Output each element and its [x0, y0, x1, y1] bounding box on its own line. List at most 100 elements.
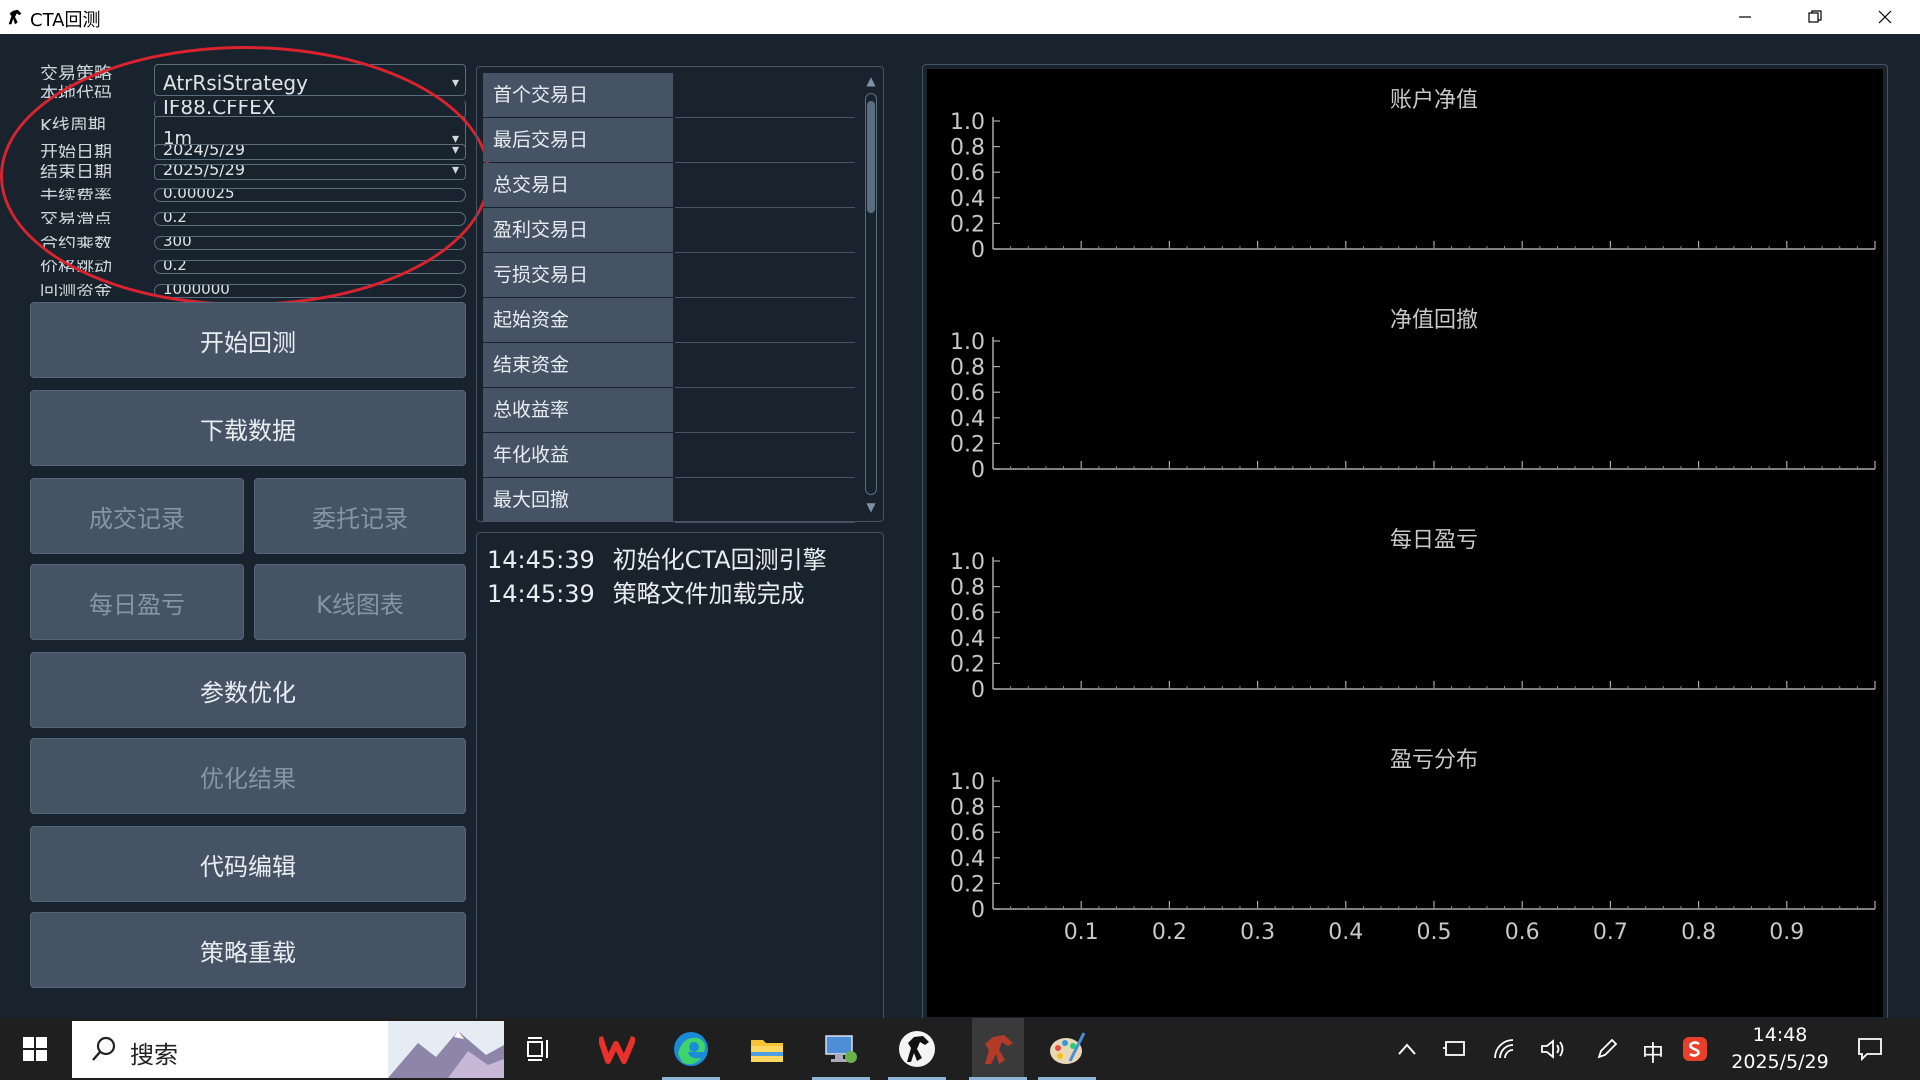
- scroll-down-icon[interactable]: ▼: [863, 499, 879, 515]
- y-tick-label: 0.8: [950, 136, 985, 161]
- stat-value: [675, 388, 855, 433]
- taskbar: 搜索 中 14:48 2025/5/29: [0, 1018, 1920, 1080]
- scroll-thumb[interactable]: [867, 101, 875, 213]
- chart-title: 净值回撤: [1390, 308, 1478, 333]
- remote-desktop-icon: [825, 1035, 857, 1063]
- contract-size-input[interactable]: 300: [154, 236, 466, 250]
- start-date-picker[interactable]: 2024/5/29: [154, 144, 466, 160]
- main-area: 交易策略 AtrRsiStrategy 本地代码 IF88.CFFEX K线周期…: [0, 34, 1920, 1022]
- optimize-result-button[interactable]: 优化结果: [30, 738, 466, 814]
- start-backtest-button[interactable]: 开始回测: [30, 302, 466, 378]
- file-explorer-button[interactable]: [744, 1026, 790, 1072]
- kline-chart-button[interactable]: K线图表: [254, 564, 466, 640]
- sogou-ime-button[interactable]: [1674, 1026, 1716, 1072]
- stat-label: 年化收益: [483, 433, 673, 477]
- taskbar-search-box[interactable]: 搜索: [72, 1021, 504, 1078]
- tray-overflow-button[interactable]: [1386, 1026, 1428, 1072]
- stat-label: 结束资金: [483, 343, 673, 387]
- order-records-button[interactable]: 委托记录: [254, 478, 466, 554]
- form-row-interval: K线周期 1m: [30, 112, 466, 152]
- ime-indicator[interactable]: 中: [1642, 1036, 1664, 1068]
- y-tick-label: 0.4: [950, 847, 985, 872]
- log-line: 14:45:39 策略文件加载完成: [487, 577, 873, 611]
- price-tick-input[interactable]: 0.2: [154, 260, 466, 274]
- y-tick-label: 0.8: [950, 356, 985, 381]
- y-tick-label: 0: [971, 678, 985, 703]
- mountain-illustration-icon: [388, 1021, 504, 1078]
- code-edit-button[interactable]: 代码编辑: [30, 826, 466, 902]
- stat-label: 亏损交易日: [483, 253, 673, 297]
- scroll-up-icon[interactable]: ▲: [863, 73, 879, 89]
- x-tick-label: 0.6: [1505, 920, 1540, 945]
- tray-network-button[interactable]: [1484, 1026, 1526, 1072]
- stat-row: 亏损交易日: [483, 253, 855, 298]
- y-tick-label: 1.0: [950, 110, 985, 135]
- edge-browser-button[interactable]: [662, 1026, 720, 1080]
- stat-row: 首个交易日: [483, 73, 855, 118]
- x-tick-label: 0.3: [1240, 920, 1275, 945]
- stat-value: [675, 478, 855, 523]
- minimize-button[interactable]: [1710, 0, 1780, 34]
- stat-row: 最大回撤: [483, 478, 855, 523]
- strategy-reload-button[interactable]: 策略重载: [30, 912, 466, 988]
- chart-title: 每日盈亏: [1390, 528, 1478, 553]
- stat-label: 最大回撤: [483, 478, 673, 522]
- notification-center-button[interactable]: [1848, 1026, 1892, 1072]
- form-label: 本地代码: [40, 84, 112, 98]
- notification-icon: [1858, 1038, 1882, 1061]
- y-tick-label: 0: [971, 238, 985, 263]
- commission-rate-input[interactable]: 0.000025: [154, 188, 466, 202]
- log-line: 14:45:39 初始化CTA回测引擎: [487, 543, 873, 577]
- x-tick-label: 0.7: [1593, 920, 1628, 945]
- restore-button[interactable]: [1780, 0, 1850, 34]
- y-tick-label: 0.2: [950, 652, 985, 677]
- tray-pen-button[interactable]: [1586, 1026, 1628, 1072]
- slippage-input[interactable]: 0.2: [154, 212, 466, 226]
- sogou-logo-icon: [1683, 1037, 1707, 1061]
- stat-value: [675, 208, 855, 253]
- log-time: 14:45:39: [487, 546, 595, 574]
- chart-title: 盈亏分布: [1390, 748, 1478, 773]
- param-optimize-button[interactable]: 参数优化: [30, 652, 466, 728]
- log-output[interactable]: 14:45:39 初始化CTA回测引擎 14:45:39 策略文件加载完成: [476, 532, 884, 1022]
- y-tick-label: 0.2: [950, 872, 985, 897]
- paint-app-button[interactable]: [1038, 1026, 1096, 1080]
- download-data-button[interactable]: 下载数据: [30, 390, 466, 466]
- tray-device-button[interactable]: [1434, 1026, 1476, 1072]
- task-view-icon: [527, 1037, 548, 1061]
- speaker-icon: [1541, 1039, 1564, 1059]
- x-tick-label: 0.2: [1152, 920, 1187, 945]
- start-button[interactable]: [12, 1026, 58, 1072]
- charts-canvas: 账户净值1.00.80.60.40.20净值回撤1.00.80.60.40.20…: [927, 69, 1883, 1017]
- form-label: 结束日期: [40, 164, 112, 178]
- trade-records-button[interactable]: 成交记录: [30, 478, 244, 554]
- daily-pnl-button[interactable]: 每日盈亏: [30, 564, 244, 640]
- form-row-start-date: 开始日期 2024/5/29: [30, 144, 466, 162]
- form-label: 手续费率: [40, 188, 112, 200]
- wps-app-button[interactable]: [594, 1026, 640, 1072]
- stat-label: 最后交易日: [483, 118, 673, 162]
- stat-row: 盈利交易日: [483, 208, 855, 253]
- cta-backtest-app-button[interactable]: [969, 1018, 1027, 1080]
- end-date-picker[interactable]: 2025/5/29: [154, 164, 466, 180]
- restore-icon: [1808, 10, 1822, 23]
- stat-label: 总交易日: [483, 163, 673, 207]
- close-button[interactable]: [1850, 0, 1920, 34]
- form-label: 交易策略: [40, 64, 112, 80]
- remote-desktop-button[interactable]: [812, 1026, 870, 1080]
- edge-logo-icon: [674, 1032, 708, 1066]
- stat-label: 起始资金: [483, 298, 673, 342]
- taskbar-clock[interactable]: 14:48 2025/5/29: [1730, 1022, 1830, 1076]
- tray-volume-button[interactable]: [1532, 1026, 1574, 1072]
- capital-input[interactable]: 1000000: [154, 284, 466, 298]
- horse-app-icon: [899, 1031, 935, 1067]
- window-title: CTA回测: [30, 10, 101, 31]
- vnstation-app-button[interactable]: [888, 1026, 946, 1080]
- statistics-scrollbar[interactable]: ▲ ▼: [863, 73, 879, 515]
- form-label: 价格跳动: [40, 260, 112, 272]
- task-view-button[interactable]: [516, 1026, 562, 1072]
- stat-label: 盈利交易日: [483, 208, 673, 252]
- stat-label: 首个交易日: [483, 73, 673, 117]
- form-row-capital: 回测资金 1000000: [30, 284, 466, 300]
- x-tick-label: 0.4: [1328, 920, 1363, 945]
